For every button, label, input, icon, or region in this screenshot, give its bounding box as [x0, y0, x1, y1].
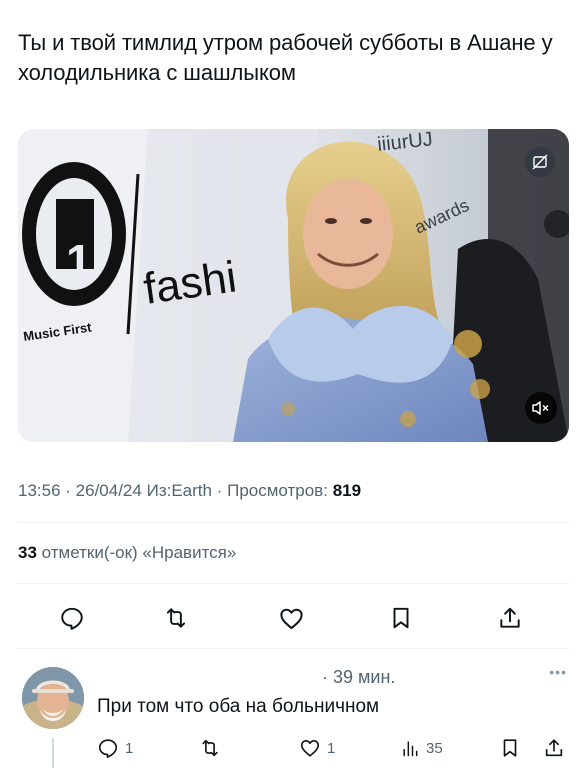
- reply-time[interactable]: · 39 мин.: [322, 667, 395, 688]
- meta-separator: ·: [216, 481, 228, 500]
- likes-label: отметки(-ок) «Нравится»: [41, 543, 237, 562]
- bookmark-icon: [503, 739, 517, 757]
- tweet-source: Из:Earth: [146, 481, 212, 500]
- reply-retweet-button[interactable]: [199, 734, 221, 762]
- vh1-logo-number: 1: [66, 235, 92, 287]
- divider: [18, 522, 569, 523]
- views-icon: [403, 741, 418, 757]
- tweet-media-video[interactable]: VH 1 Music First fashi iiiurUJ awards: [18, 129, 569, 442]
- views-count: 819: [332, 481, 362, 500]
- tweet-action-bar: [0, 598, 581, 638]
- tweet-time[interactable]: 13:56: [18, 481, 61, 500]
- tweet-date[interactable]: 26/04/24: [76, 481, 142, 500]
- video-frame: VH 1 Music First fashi iiiurUJ awards: [18, 129, 569, 442]
- reply-like-button[interactable]: 1: [299, 734, 335, 762]
- sensitive-badge-icon[interactable]: [525, 147, 555, 177]
- tweet-text: Ты и твой тимлид утром рабочей субботы в…: [18, 30, 553, 85]
- reply-reply-button[interactable]: 1: [97, 734, 133, 762]
- share-icon: [500, 607, 520, 628]
- avatar-image: [22, 667, 84, 729]
- mute-icon[interactable]: [525, 392, 557, 424]
- reply-bookmark-button[interactable]: [499, 734, 521, 762]
- like-icon: [300, 740, 320, 757]
- more-options-icon[interactable]: •••: [549, 664, 567, 680]
- reply-tweet[interactable]: · 39 мин. ••• При том что оба на больнич…: [0, 650, 581, 768]
- divider: [18, 583, 569, 584]
- reply-button[interactable]: [52, 598, 92, 638]
- views-label: Просмотров:: [227, 481, 328, 500]
- reply-action-bar: 1 1 35: [0, 734, 581, 762]
- speaker-muted-glyph: [532, 401, 549, 415]
- retweet-button[interactable]: [156, 598, 196, 638]
- likes-count: 33: [18, 543, 37, 562]
- like-icon: [279, 608, 303, 629]
- reply-like-count: 1: [327, 739, 336, 757]
- meta-separator: ·: [65, 481, 76, 500]
- reply-views-count: 35: [426, 739, 443, 757]
- vh1-logo-text: VH: [62, 219, 81, 235]
- reply-time-value: 39 мин.: [333, 667, 396, 687]
- reply-icon: [98, 739, 118, 758]
- retweet-icon: [166, 608, 186, 628]
- avatar[interactable]: [22, 667, 84, 729]
- like-button[interactable]: [271, 598, 311, 638]
- tweet-meta: 13:56 · 26/04/24 Из:Earth · Просмотров: …: [18, 481, 361, 501]
- share-button[interactable]: [490, 598, 530, 638]
- reply-text: При том что оба на больничном: [97, 696, 380, 717]
- reply-reply-count: 1: [125, 739, 134, 757]
- reply-share-button[interactable]: [543, 734, 565, 762]
- likes-summary[interactable]: 33 отметки(-ок) «Нравится»: [18, 543, 236, 563]
- reply-icon: [61, 607, 83, 630]
- bookmark-icon: [393, 607, 409, 629]
- divider: [18, 648, 569, 649]
- sensitive-badge-glyph: [532, 154, 548, 170]
- reply-views-button[interactable]: 35: [400, 734, 443, 762]
- retweet-icon: [202, 739, 218, 757]
- share-icon: [545, 739, 563, 757]
- bookmark-button[interactable]: [381, 598, 421, 638]
